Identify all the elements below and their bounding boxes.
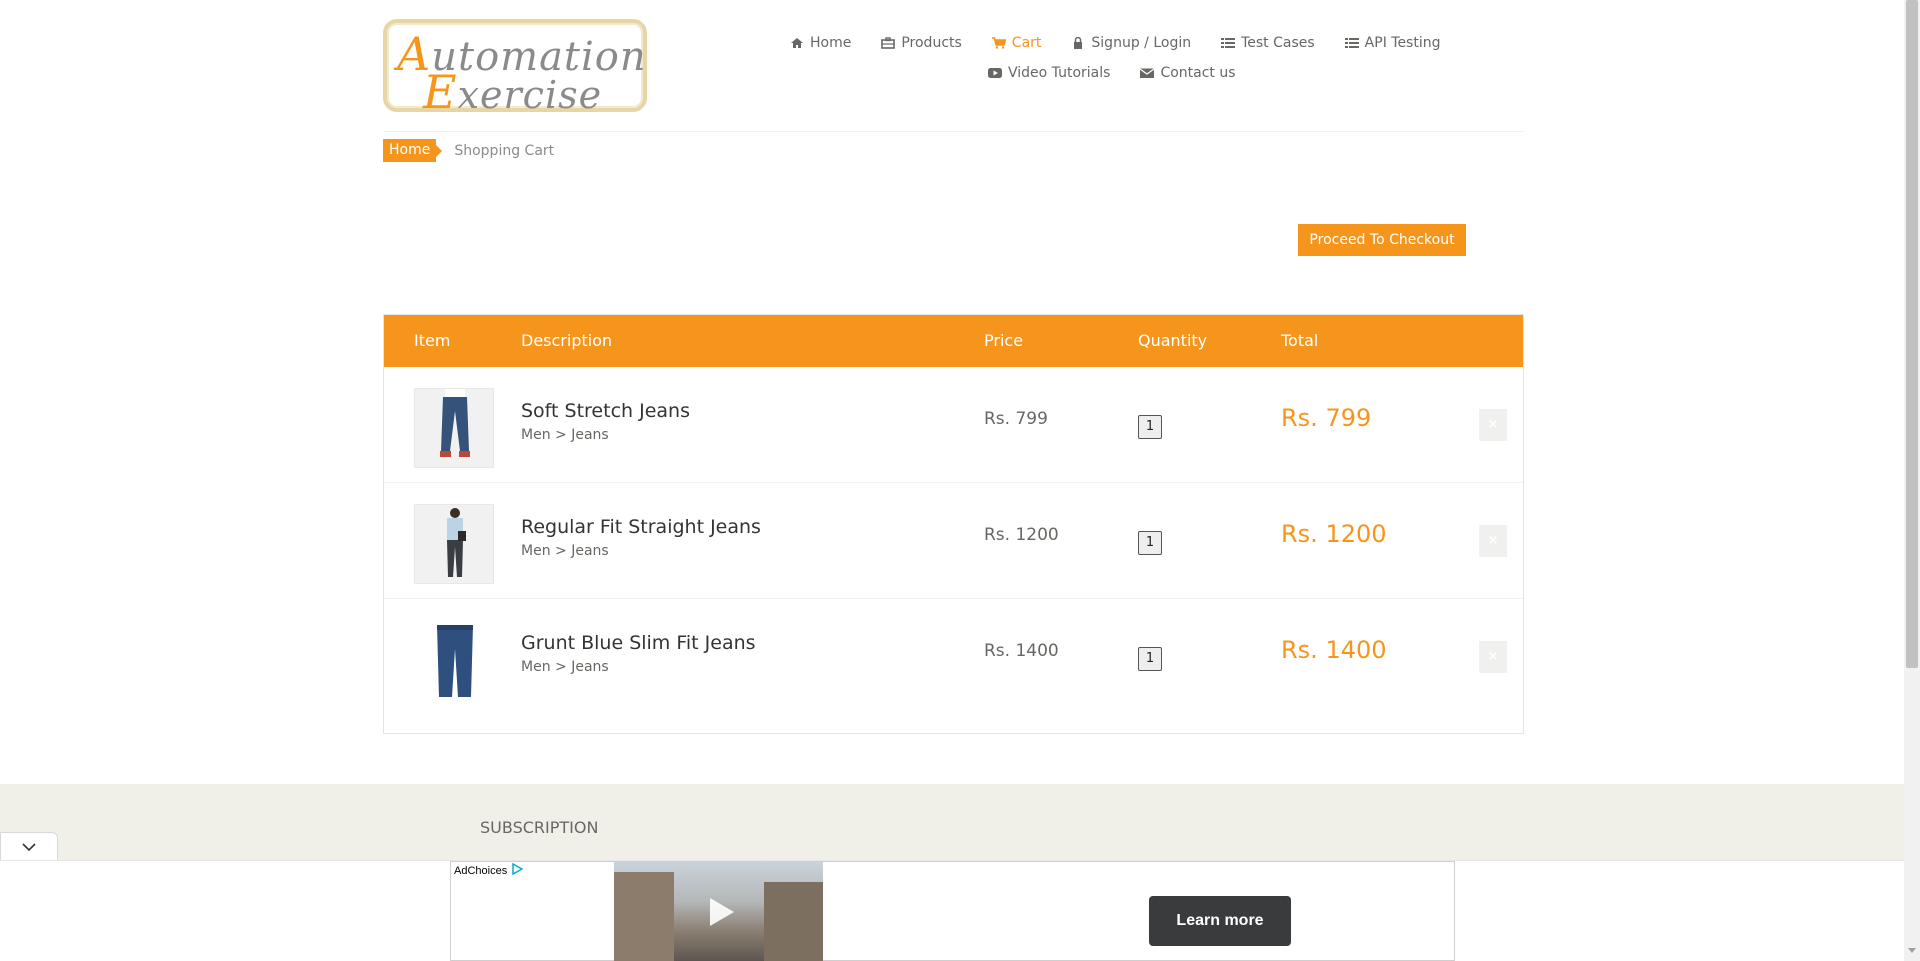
site-logo[interactable]: Automation Exercise <box>383 19 647 119</box>
header-divider <box>383 131 1523 132</box>
nav-row-2: Video Tutorials Contact us <box>790 58 1450 88</box>
nav-signup-label: Signup / Login <box>1091 35 1192 51</box>
nav-contact-label: Contact us <box>1160 65 1236 81</box>
adchoices-link[interactable]: AdChoices <box>454 862 524 878</box>
delete-item-button[interactable]: × <box>1479 525 1507 557</box>
nav-row-1: Home Products Cart Signup / Login Test C… <box>790 28 1450 58</box>
ad-video-building <box>614 872 674 961</box>
lock-icon <box>1071 37 1085 49</box>
product-category: Men > Jeans <box>521 427 609 443</box>
product-price: Rs. 1400 <box>984 641 1059 661</box>
play-icon[interactable] <box>708 897 736 927</box>
nav-home[interactable]: Home <box>790 35 851 51</box>
cart-row: Regular Fit Straight Jeans Men > Jeans R… <box>384 483 1523 599</box>
youtube-icon <box>988 67 1002 79</box>
chevron-down-icon <box>22 843 36 852</box>
proceed-to-checkout-button[interactable]: Proceed To Checkout <box>1298 224 1466 256</box>
envelope-icon <box>1140 67 1155 79</box>
header-item: Item <box>414 331 451 350</box>
nav-test-cases[interactable]: Test Cases <box>1221 35 1315 51</box>
breadcrumb-home[interactable]: Home <box>383 139 443 162</box>
scroll-down-arrow-icon[interactable] <box>1908 948 1916 953</box>
product-total: Rs. 1200 <box>1281 520 1387 548</box>
product-image[interactable] <box>414 504 494 584</box>
cart-icon <box>991 37 1006 49</box>
main-nav: Home Products Cart Signup / Login Test C… <box>790 28 1450 88</box>
ad-collapse-toggle[interactable] <box>0 832 58 860</box>
logo-line-2: Exercise <box>423 65 603 119</box>
header-description: Description <box>521 331 613 350</box>
delete-item-button[interactable]: × <box>1479 409 1507 441</box>
ad-video[interactable] <box>614 862 823 961</box>
adchoices-icon <box>511 862 524 878</box>
cart-row: Soft Stretch Jeans Men > Jeans Rs. 799 1… <box>384 367 1523 483</box>
cart-table: Item Description Price Quantity Total So… <box>383 314 1524 734</box>
nav-cart-label: Cart <box>1011 35 1042 51</box>
learn-more-button[interactable]: Learn more <box>1149 896 1291 946</box>
product-quantity: 1 <box>1138 647 1162 671</box>
product-quantity: 1 <box>1138 531 1162 555</box>
nav-contact-us[interactable]: Contact us <box>1140 65 1236 81</box>
product-total: Rs. 1400 <box>1281 636 1387 664</box>
nav-signup-login[interactable]: Signup / Login <box>1071 35 1191 51</box>
product-image[interactable] <box>414 388 494 468</box>
product-image[interactable] <box>414 620 494 700</box>
product-name[interactable]: Grunt Blue Slim Fit Jeans <box>521 632 756 654</box>
product-price: Rs. 1200 <box>984 525 1059 545</box>
list-icon <box>1221 37 1236 49</box>
ad-banner[interactable] <box>450 861 1455 961</box>
nav-video-label: Video Tutorials <box>1008 65 1111 81</box>
header-price: Price <box>984 331 1024 350</box>
header-total: Total <box>1281 331 1319 350</box>
product-name[interactable]: Soft Stretch Jeans <box>521 400 690 422</box>
briefcase-icon <box>881 37 896 49</box>
product-category: Men > Jeans <box>521 543 609 559</box>
ad-video-building <box>764 882 823 961</box>
product-name[interactable]: Regular Fit Straight Jeans <box>521 516 761 538</box>
subscription-heading: SUBSCRIPTION <box>480 818 599 837</box>
nav-products[interactable]: Products <box>881 35 962 51</box>
home-icon <box>790 37 804 49</box>
nav-api-testing[interactable]: API Testing <box>1344 35 1441 51</box>
scrollbar-thumb[interactable] <box>1906 0 1918 668</box>
cart-row: Grunt Blue Slim Fit Jeans Men > Jeans Rs… <box>384 599 1523 715</box>
product-price: Rs. 799 <box>984 409 1048 429</box>
product-quantity: 1 <box>1138 415 1162 439</box>
nav-products-label: Products <box>901 35 962 51</box>
delete-item-button[interactable]: × <box>1479 641 1507 673</box>
nav-cart[interactable]: Cart <box>991 35 1042 51</box>
adchoices-label: AdChoices <box>454 864 508 877</box>
list-icon <box>1344 37 1359 49</box>
header-quantity: Quantity <box>1138 331 1208 350</box>
product-category: Men > Jeans <box>521 659 609 675</box>
product-total: Rs. 799 <box>1281 404 1372 432</box>
cart-table-header: Item Description Price Quantity Total <box>384 315 1523 367</box>
nav-video-tutorials[interactable]: Video Tutorials <box>988 65 1110 81</box>
breadcrumb-current: Shopping Cart <box>454 142 555 159</box>
breadcrumb: Home Shopping Cart <box>383 139 554 162</box>
nav-api-testing-label: API Testing <box>1364 35 1441 51</box>
nav-test-cases-label: Test Cases <box>1241 35 1315 51</box>
nav-home-label: Home <box>810 35 852 51</box>
